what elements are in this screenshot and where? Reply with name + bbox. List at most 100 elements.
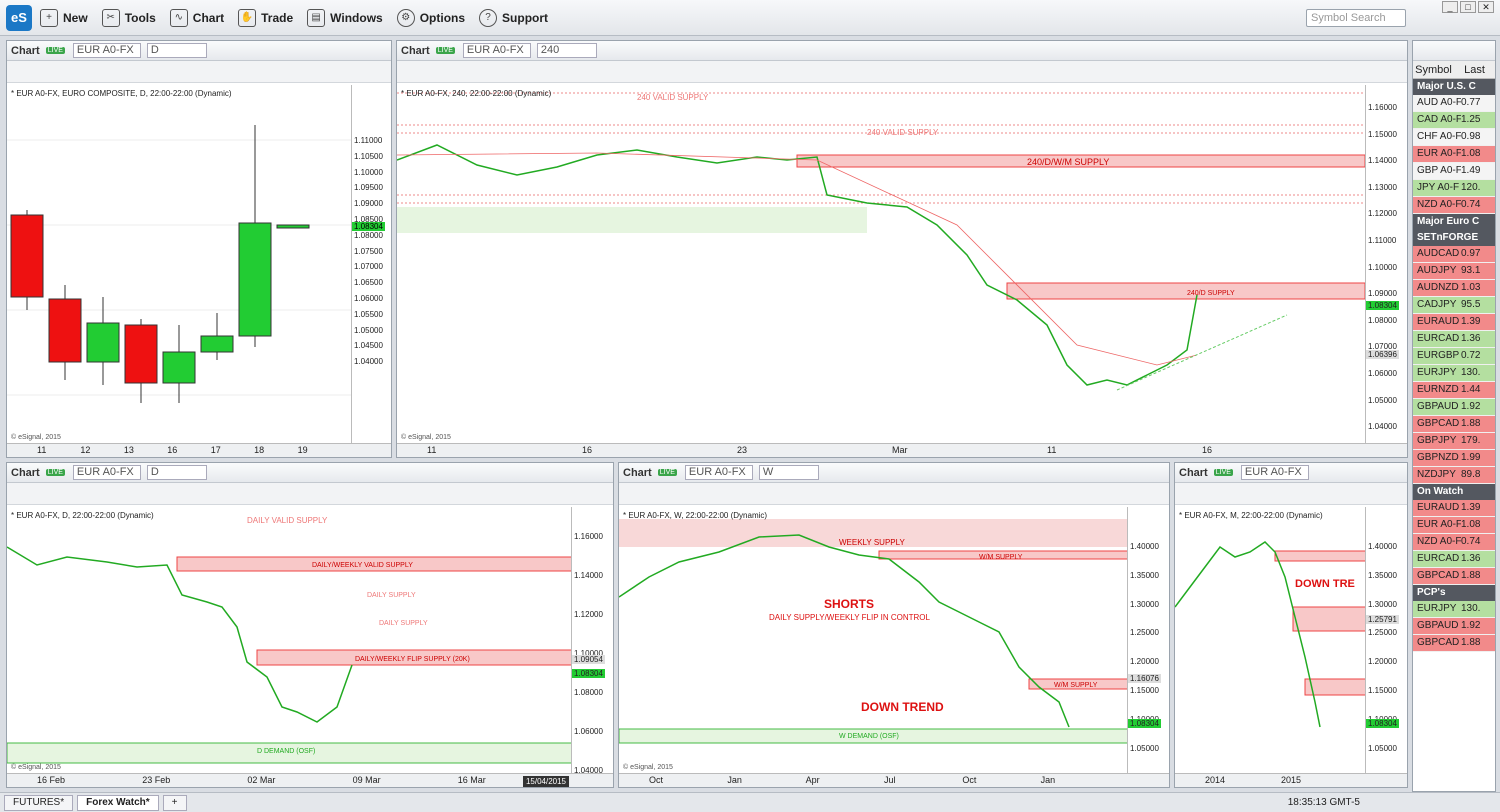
chart-area[interactable]: * EUR A0-FX, M, 22:00-22:00 (Dynamic) DO… xyxy=(1175,507,1407,773)
price-line xyxy=(7,546,353,723)
menu-trade[interactable]: ✋ Trade xyxy=(238,8,293,27)
watchlist-row[interactable]: EURGBP 0.72 xyxy=(1413,348,1495,365)
interval-input[interactable]: D xyxy=(146,43,207,58)
y-tick: 1.12000 xyxy=(574,610,603,619)
chart-area[interactable]: * EUR A0-FX, D, 22:00-22:00 (Dynamic) DA… xyxy=(7,507,613,775)
symbol-input[interactable]: EUR A0-FX xyxy=(72,43,141,58)
add-tab-button[interactable]: + xyxy=(162,794,187,811)
price-chart xyxy=(7,125,351,403)
drawing-toolbar[interactable] xyxy=(7,61,391,83)
symbol-input[interactable]: EUR A0-FX xyxy=(1240,465,1309,480)
chart-area[interactable]: * EUR A0-FX, 240, 22:00-22:00 (Dynamic) … xyxy=(397,85,1407,443)
chart-label: * EUR A0-FX, D, 22:00-22:00 (Dynamic) xyxy=(11,511,154,520)
drawing-toolbar[interactable] xyxy=(619,483,1169,505)
menu-tools[interactable]: ✂ Tools xyxy=(101,8,156,27)
watchlist-row[interactable]: JPY A0-F 120. xyxy=(1413,180,1495,197)
watchlist-row[interactable]: GBPCAD 1.88 xyxy=(1413,568,1495,585)
chart-panel-monthly: Chart LIVE EUR A0-FX * EUR A0-FX, M, 22:00… xyxy=(1174,462,1408,788)
price-chart: DOWN TRE xyxy=(1175,541,1367,728)
row-symbol: EURAUD xyxy=(1417,316,1460,327)
watchlist-row[interactable]: EURJPY 130. xyxy=(1413,601,1495,618)
watchlist-row[interactable]: GBPNZD 1.99 xyxy=(1413,450,1495,467)
y-tick: 1.06000 xyxy=(574,727,603,736)
minimize-icon[interactable]: _ xyxy=(1442,1,1458,13)
interval-input[interactable]: W xyxy=(758,465,819,480)
watchlist-row[interactable]: NZD A0-F 0.74 xyxy=(1413,534,1495,551)
watchlist-row[interactable]: EURAUD 1.39 xyxy=(1413,314,1495,331)
row-symbol: AUD A0-F xyxy=(1417,97,1461,108)
price-axis-ticks: 1.11000 1.10500 1.10000 1.09500 1.09000 1.085… xyxy=(354,133,383,370)
watchlist-row[interactable]: CAD A0-F 1.25 xyxy=(1413,112,1495,129)
x-tick: 17 xyxy=(210,445,221,455)
watchlist-row[interactable]: AUD A0-F 0.77 xyxy=(1413,95,1495,112)
watchlist-section[interactable]: PCP's xyxy=(1413,585,1495,601)
panel-title-bar: Chart LIVE EUR A0-FX D xyxy=(7,41,391,61)
row-symbol: EUR A0-F xyxy=(1417,148,1461,159)
esignal-logo[interactable]: eS xyxy=(6,4,32,31)
watchlist-row[interactable]: EUR A0-F 1.08 xyxy=(1413,146,1495,163)
maximize-icon[interactable]: □ xyxy=(1460,1,1476,13)
symbol-search-input[interactable]: Symbol Search xyxy=(1306,9,1406,27)
watchlist-row[interactable]: NZDJPY 89.8 xyxy=(1413,467,1495,484)
drawing-toolbar[interactable] xyxy=(397,61,1407,83)
menu-support[interactable]: ? Support xyxy=(479,8,548,27)
row-symbol: CHF A0-F xyxy=(1417,131,1461,142)
menu-new-label: New xyxy=(63,10,88,25)
tab-futures[interactable]: FUTURES* xyxy=(4,794,74,811)
watchlist-row[interactable]: CHF A0-F 0.98 xyxy=(1413,129,1495,146)
watchlist-row[interactable]: GBPCAD 1.88 xyxy=(1413,635,1495,652)
menu-windows[interactable]: ▤ Windows xyxy=(307,8,383,27)
chart-area[interactable]: * EUR A0-FX, W, 22:00-22:00 (Dynamic) WE… xyxy=(619,507,1169,773)
live-badge: LIVE xyxy=(45,47,65,54)
watchlist-row[interactable]: EURCAD 1.36 xyxy=(1413,331,1495,348)
watchlist-row[interactable]: NZD A0-F 0.74 xyxy=(1413,197,1495,214)
watchlist-row[interactable]: GBP A0-F 1.49 xyxy=(1413,163,1495,180)
watchlist-row[interactable]: EURCAD 1.36 xyxy=(1413,551,1495,568)
row-last: 1.92 xyxy=(1461,620,1481,631)
symbol-input[interactable]: EUR A0-FX xyxy=(462,43,531,58)
watchlist-section[interactable]: SETnFORGE xyxy=(1413,230,1495,246)
chart-panel-daily-small: Chart LIVE EUR A0-FX D * EUR A0-FX, EURO CO… xyxy=(6,40,392,458)
svg-text:DAILY VALID SUPPLY: DAILY VALID SUPPLY xyxy=(247,516,328,525)
watchlist-row[interactable]: CADJPY 95.5 xyxy=(1413,297,1495,314)
row-last: 89.8 xyxy=(1461,469,1481,480)
watchlist-row[interactable]: AUDCAD 0.97 xyxy=(1413,246,1495,263)
menu-chart[interactable]: ∿ Chart xyxy=(169,8,224,27)
drawing-toolbar[interactable] xyxy=(7,483,613,505)
watchlist-row[interactable]: EURNZD 1.44 xyxy=(1413,382,1495,399)
svg-text:W/M SUPPLY: W/M SUPPLY xyxy=(979,554,1023,561)
x-tick: 16 xyxy=(582,445,593,455)
watchlist-row[interactable]: GBPJPY 179. xyxy=(1413,433,1495,450)
watchlist-section[interactable]: On Watch xyxy=(1413,484,1495,500)
col-last[interactable]: Last xyxy=(1454,61,1495,78)
tab-forex-watch[interactable]: Forex Watch* xyxy=(77,794,159,811)
drawing-toolbar[interactable] xyxy=(1175,483,1407,505)
row-last: 1.88 xyxy=(1461,418,1481,429)
watchlist-rows: Major U.S. C AUD A0-F 0.77 CAD A0-F 1.25 CHF … xyxy=(1413,79,1495,652)
watchlist-row[interactable]: GBPAUD 1.92 xyxy=(1413,618,1495,635)
price-axis-ticks: 1.16000 1.15000 1.14000 1.13000 1.12000 1.110… xyxy=(1368,95,1397,441)
watchlist-row[interactable]: AUDJPY 93.1 xyxy=(1413,263,1495,280)
menu-new[interactable]: + New xyxy=(40,8,88,27)
watchlist-row[interactable]: AUDNZD 1.03 xyxy=(1413,280,1495,297)
x-tick: 16 xyxy=(167,445,178,455)
watchlist-row[interactable]: GBPCAD 1.88 xyxy=(1413,416,1495,433)
watchlist-row[interactable]: GBPAUD 1.92 xyxy=(1413,399,1495,416)
symbol-input[interactable]: EUR A0-FX xyxy=(684,465,753,480)
watchlist-section[interactable]: Major Euro C xyxy=(1413,214,1495,230)
close-icon[interactable]: ✕ xyxy=(1478,1,1494,13)
watchlist-section[interactable]: Major U.S. C xyxy=(1413,79,1495,95)
row-last: 0.77 xyxy=(1461,97,1481,108)
col-symbol[interactable]: Symbol xyxy=(1413,61,1454,78)
chart-area[interactable]: * EUR A0-FX, EURO COMPOSITE, D, 22:00-22… xyxy=(7,85,391,443)
watchlist-row[interactable]: EURAUD 1.39 xyxy=(1413,500,1495,517)
annotation-control: DAILY SUPPLY/WEEKLY FLIP IN CONTROL xyxy=(769,613,930,622)
watchlist-row[interactable]: EUR A0-F 1.08 xyxy=(1413,517,1495,534)
interval-input[interactable]: D xyxy=(146,465,207,480)
watchlist-row[interactable]: EURJPY 130. xyxy=(1413,365,1495,382)
menu-options[interactable]: ⚙ Options xyxy=(396,8,465,27)
row-symbol: CAD A0-F xyxy=(1417,114,1461,125)
interval-input[interactable]: 240 xyxy=(536,43,597,58)
symbol-input[interactable]: EUR A0-FX xyxy=(72,465,141,480)
esignal-credit: © eSignal, 2015 xyxy=(401,434,451,441)
